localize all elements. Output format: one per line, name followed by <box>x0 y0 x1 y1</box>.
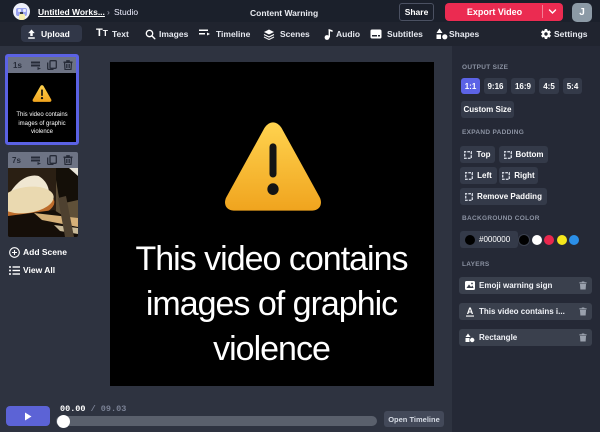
svg-text:A: A <box>467 306 474 316</box>
